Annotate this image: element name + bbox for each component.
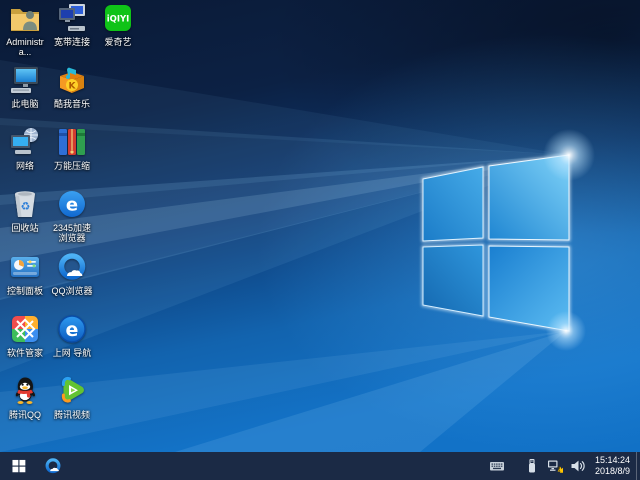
desktop-icon-broadband[interactable]: 宽带连接 (49, 2, 95, 47)
desktop-icon-label: 此电脑 (11, 99, 39, 109)
volume-icon[interactable] (570, 458, 586, 474)
clock-time: 15:14:24 (594, 455, 630, 465)
desktop-icon-compressor[interactable]: 万能压缩 (49, 126, 95, 171)
kuwo-music-icon (56, 64, 88, 96)
user-folder-icon (9, 2, 41, 34)
desktop-icon-label: Administra... (6, 37, 44, 57)
desktop-icon-tencent-qq[interactable]: 腾讯QQ (2, 375, 48, 420)
desktop-icon-label: 腾讯视频 (53, 410, 90, 420)
desktop-icon-iqiyi[interactable]: 爱奇艺 (95, 2, 141, 47)
broadband-icon (56, 2, 88, 34)
recycle-bin-icon (9, 188, 41, 220)
desktop-icon-label: 万能压缩 (53, 161, 90, 171)
desktop-icon-network[interactable]: 网络 (2, 126, 48, 171)
control-panel-icon (9, 251, 41, 283)
desktop-icon-qq-browser[interactable]: QQ浏览器 (49, 251, 95, 296)
clock-date: 2018/8/9 (594, 466, 630, 476)
windows-logo-icon (12, 459, 26, 473)
usb-device-icon[interactable] (524, 458, 540, 474)
desktop-icon-browser-2345[interactable]: 2345加速浏览器 (49, 188, 95, 243)
taskbar-pinned-apps (38, 452, 68, 480)
touch-keyboard-icon[interactable] (489, 458, 505, 474)
wallpaper-hero-graphic (0, 60, 595, 452)
start-button[interactable] (0, 452, 38, 480)
this-pc-icon (9, 64, 41, 96)
tencent-video-icon (56, 375, 88, 407)
tencent-qq-icon (9, 375, 41, 407)
desktop-icon-label: 2345加速浏览器 (52, 223, 92, 243)
desktop-icon-label: 网络 (15, 161, 34, 171)
software-manager-icon (9, 313, 41, 345)
desktop-icon-label: 爱奇艺 (104, 37, 132, 47)
wallpaper (0, 0, 640, 452)
system-tray: 15:14:24 2018/8/9 (482, 452, 640, 480)
desktop-icon-control-panel[interactable]: 控制面板 (2, 251, 48, 296)
compressor-icon (56, 126, 88, 158)
desktop-icon-recycle-bin[interactable]: 回收站 (2, 188, 48, 233)
desktop-icon-label: 回收站 (11, 223, 39, 233)
desktop-icon-label: 上网 导航 (52, 348, 92, 358)
tray-icon-area (482, 458, 586, 474)
windows-desktop: iQIYI K (0, 0, 640, 480)
desktop-icon-label: 酷我音乐 (53, 99, 90, 109)
qq-browser-icon (44, 457, 62, 475)
desktop-icon-software-manager[interactable]: 软件管家 (2, 313, 48, 358)
desktop-icon-label: 控制面板 (6, 286, 43, 296)
network-warning-icon[interactable] (547, 458, 563, 474)
taskbar-clock[interactable]: 15:14:24 2018/8/9 (595, 455, 630, 477)
taskbar: 15:14:24 2018/8/9 (0, 452, 640, 480)
desktop-icon-label: QQ浏览器 (51, 286, 93, 296)
iqiyi-icon (102, 2, 134, 34)
desktop-icon-label: 软件管家 (6, 348, 43, 358)
desktop-icon-tencent-video[interactable]: 腾讯视频 (49, 375, 95, 420)
desktop-icon-web-nav[interactable]: 上网 导航 (49, 313, 95, 358)
desktop-icon-label: 腾讯QQ (8, 410, 41, 420)
desktop-icon-kuwo-music[interactable]: 酷我音乐 (49, 64, 95, 109)
desktop-icon-user-folder[interactable]: Administra... (2, 2, 48, 57)
browser-2345-icon (56, 188, 88, 220)
web-nav-icon (56, 313, 88, 345)
network-icon (9, 126, 41, 158)
desktop-icon-this-pc[interactable]: 此电脑 (2, 64, 48, 109)
show-desktop-button[interactable] (636, 452, 640, 480)
taskbar-app-qq-browser[interactable] (38, 452, 68, 480)
desktop-icon-label: 宽带连接 (53, 37, 90, 47)
qq-browser-icon (56, 251, 88, 283)
